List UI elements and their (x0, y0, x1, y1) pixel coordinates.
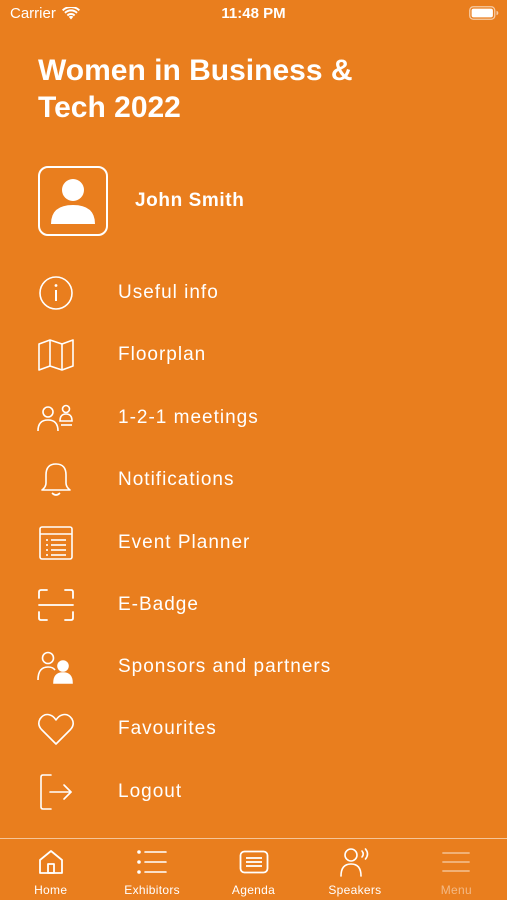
status-time: 11:48 PM (221, 5, 286, 22)
tab-label: Agenda (231, 883, 276, 897)
status-bar: Carrier 11:48 PM (0, 0, 507, 30)
meetings-icon (36, 398, 76, 438)
info-icon (36, 273, 76, 313)
bell-icon (36, 460, 76, 500)
menu-item-meetings[interactable]: 1-2-1 meetings (0, 387, 507, 449)
sponsors-icon (36, 647, 76, 687)
menu-label: Floorplan (118, 344, 207, 365)
home-icon (37, 847, 65, 877)
menu-label: Notifications (118, 469, 235, 490)
menu-label: 1-2-1 meetings (118, 407, 259, 428)
map-icon (36, 335, 76, 375)
menu-item-sponsors[interactable]: Sponsors and partners (0, 636, 507, 698)
menu-label: E-Badge (118, 594, 199, 615)
menu-label: Favourites (118, 718, 217, 739)
tab-speakers[interactable]: Speakers (304, 839, 405, 900)
tab-label: Speakers (328, 883, 382, 897)
menu-item-favourites[interactable]: Favourites (0, 698, 507, 760)
list-icon (136, 847, 168, 877)
menu-label: Logout (118, 781, 183, 802)
menu-label: Sponsors and partners (118, 656, 332, 677)
tab-label: Menu (440, 883, 472, 897)
logout-icon (36, 772, 76, 812)
menu-item-notifications[interactable]: Notifications (0, 449, 507, 511)
menu-item-floorplan[interactable]: Floorplan (0, 324, 507, 386)
tab-label: Home (34, 883, 68, 897)
menu-item-logout[interactable]: Logout (0, 761, 507, 823)
profile-header[interactable]: John Smith (38, 164, 244, 238)
heart-icon (36, 709, 76, 749)
tab-menu[interactable]: Menu (406, 839, 507, 900)
menu-item-e-badge[interactable]: E-Badge (0, 574, 507, 636)
battery-icon (469, 6, 499, 25)
tab-label: Exhibitors (124, 883, 180, 897)
tab-exhibitors[interactable]: Exhibitors (101, 839, 202, 900)
tab-home[interactable]: Home (0, 839, 101, 900)
hamburger-icon (441, 847, 471, 877)
profile-name: John Smith (135, 190, 245, 211)
planner-icon (36, 523, 76, 563)
tab-agenda[interactable]: Agenda (203, 839, 304, 900)
app-title: Women in Business & Tech 2022 (38, 54, 353, 124)
speaker-icon (340, 847, 370, 877)
tab-bar: Home Exhibitors Agenda Speakers Menu (0, 838, 507, 900)
menu-label: Event Planner (118, 532, 251, 553)
menu-item-useful-info[interactable]: Useful info (0, 262, 507, 324)
agenda-icon (239, 847, 269, 877)
user-icon (38, 166, 108, 236)
menu-item-event-planner[interactable]: Event Planner (0, 512, 507, 574)
menu-label: Useful info (118, 282, 219, 303)
scan-icon (36, 585, 76, 625)
